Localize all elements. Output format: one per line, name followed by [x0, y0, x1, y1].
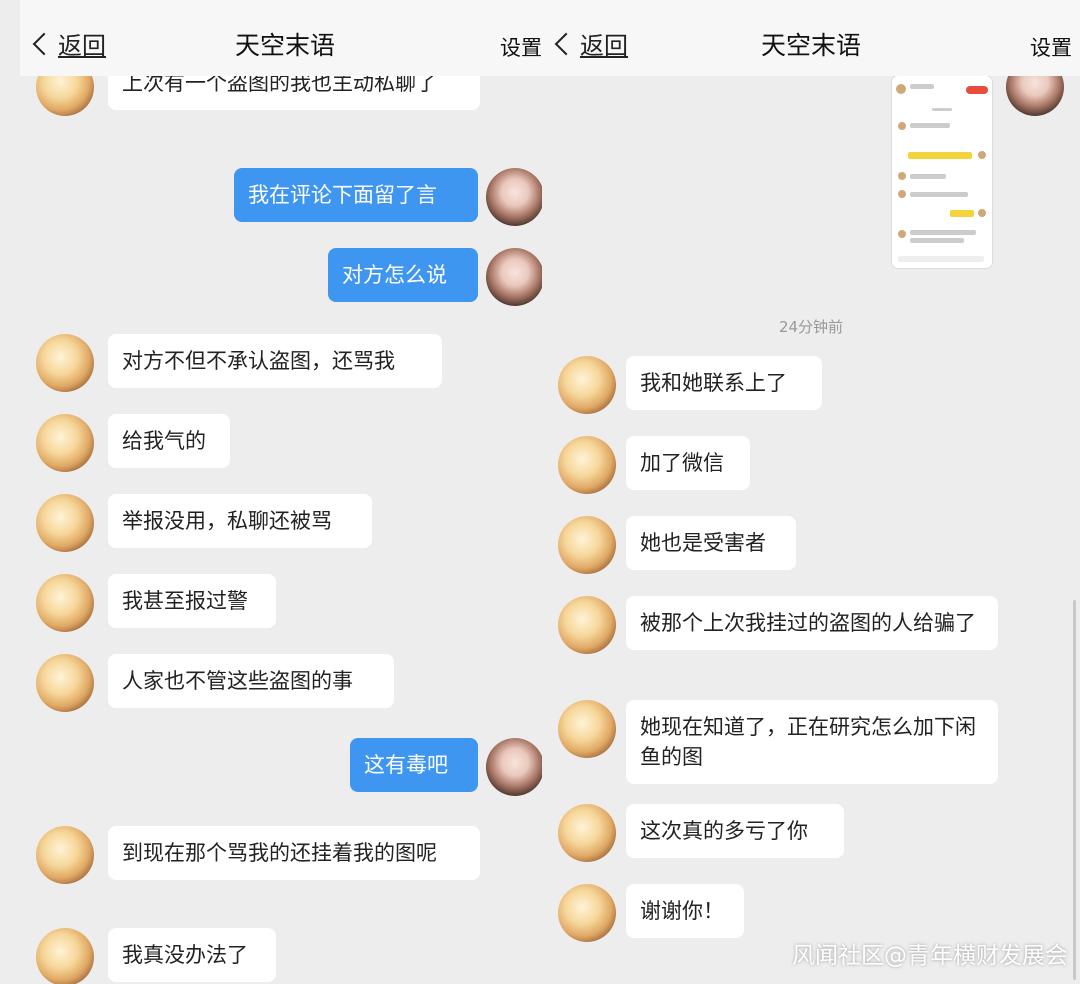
chat-panel-left: 返回 天空末语 设置 上次有一个盗图的我也主动私聊了 我在评论下面留了言 对方怎… [20, 0, 550, 984]
settings-button[interactable]: 设置 [500, 32, 542, 62]
thumb-input [898, 256, 984, 262]
nav-bar: 返回 天空末语 设置 [20, 0, 550, 76]
message-bubble-outgoing: 我在评论下面留了言 [234, 168, 478, 222]
message-bubble-incoming: 这次真的多亏了你 [626, 804, 844, 858]
image-message-thumbnail[interactable] [892, 76, 992, 268]
contact-avatar[interactable] [36, 826, 94, 884]
thumb-line [910, 84, 934, 89]
thumb-avatar [898, 172, 906, 180]
contact-avatar[interactable] [36, 334, 94, 392]
thumb-line [932, 108, 952, 111]
contact-avatar[interactable] [36, 654, 94, 712]
contact-avatar[interactable] [36, 574, 94, 632]
thumb-avatar [898, 190, 906, 198]
chat-title: 天空末语 [234, 31, 335, 60]
my-avatar[interactable] [486, 738, 544, 796]
contact-avatar[interactable] [558, 436, 616, 494]
watermark-text: 风闻社区@青年横财发展会 [792, 943, 1068, 969]
message-timestamp: 24分钟前 [778, 318, 844, 336]
message-bubble-incoming: 被那个上次我挂过的盗图的人给骗了 [626, 596, 998, 650]
message-bubble-incoming: 我真没办法了 [108, 928, 276, 982]
contact-avatar[interactable] [558, 596, 616, 654]
contact-avatar[interactable] [36, 494, 94, 552]
my-avatar[interactable] [486, 168, 544, 226]
chat-title: 天空末语 [760, 31, 861, 60]
message-bubble-incoming: 我甚至报过警 [108, 574, 276, 628]
message-bubble-outgoing: 对方怎么说 [328, 248, 478, 302]
message-bubble-incoming: 她现在知道了，正在研究怎么加下闲鱼的图 [626, 700, 998, 784]
contact-avatar[interactable] [558, 804, 616, 862]
thumb-badge [966, 86, 988, 94]
thumb-yellow-bubble [950, 210, 974, 217]
message-bubble-incoming: 我和她联系上了 [626, 356, 822, 410]
nav-bar: 返回 天空末语 设置 [542, 0, 1080, 76]
thumb-avatar [896, 84, 906, 94]
thumb-avatar [978, 151, 986, 159]
thumb-line [910, 192, 968, 197]
thumb-avatar [898, 122, 906, 130]
message-bubble-outgoing: 这有毒吧 [350, 738, 478, 792]
message-bubble-incoming: 谢谢你！ [626, 884, 744, 938]
message-bubble-incoming: 对方不但不承认盗图，还骂我 [108, 334, 442, 388]
message-bubble-incoming: 她也是受害者 [626, 516, 796, 570]
message-bubble-incoming: 给我气的 [108, 414, 230, 468]
contact-avatar[interactable] [558, 516, 616, 574]
my-avatar[interactable] [486, 248, 544, 306]
message-bubble-incoming: 到现在那个骂我的还挂着我的图呢 [108, 826, 480, 880]
thumb-avatar [978, 209, 986, 217]
thumb-line [910, 230, 976, 235]
chat-panel-right: 返回 天空末语 设置 24分钟前 我和她联系上了 加了微信 她也是受害者 被那个… [542, 0, 1080, 984]
message-bubble-incoming: 加了微信 [626, 436, 750, 490]
thumb-yellow-bubble [908, 152, 972, 159]
contact-avatar[interactable] [558, 700, 616, 758]
message-bubble-incoming: 举报没用，私聊还被骂 [108, 494, 372, 548]
message-bubble-incoming: 人家也不管这些盗图的事 [108, 654, 394, 708]
contact-avatar[interactable] [36, 414, 94, 472]
thumb-line [910, 174, 946, 179]
contact-avatar[interactable] [558, 356, 616, 414]
settings-button[interactable]: 设置 [1030, 32, 1072, 62]
thumb-line [910, 123, 950, 128]
contact-avatar[interactable] [36, 928, 94, 984]
thumb-avatar [898, 230, 906, 238]
thumb-line [910, 238, 964, 243]
scrollbar[interactable] [1073, 600, 1076, 980]
contact-avatar[interactable] [558, 884, 616, 942]
